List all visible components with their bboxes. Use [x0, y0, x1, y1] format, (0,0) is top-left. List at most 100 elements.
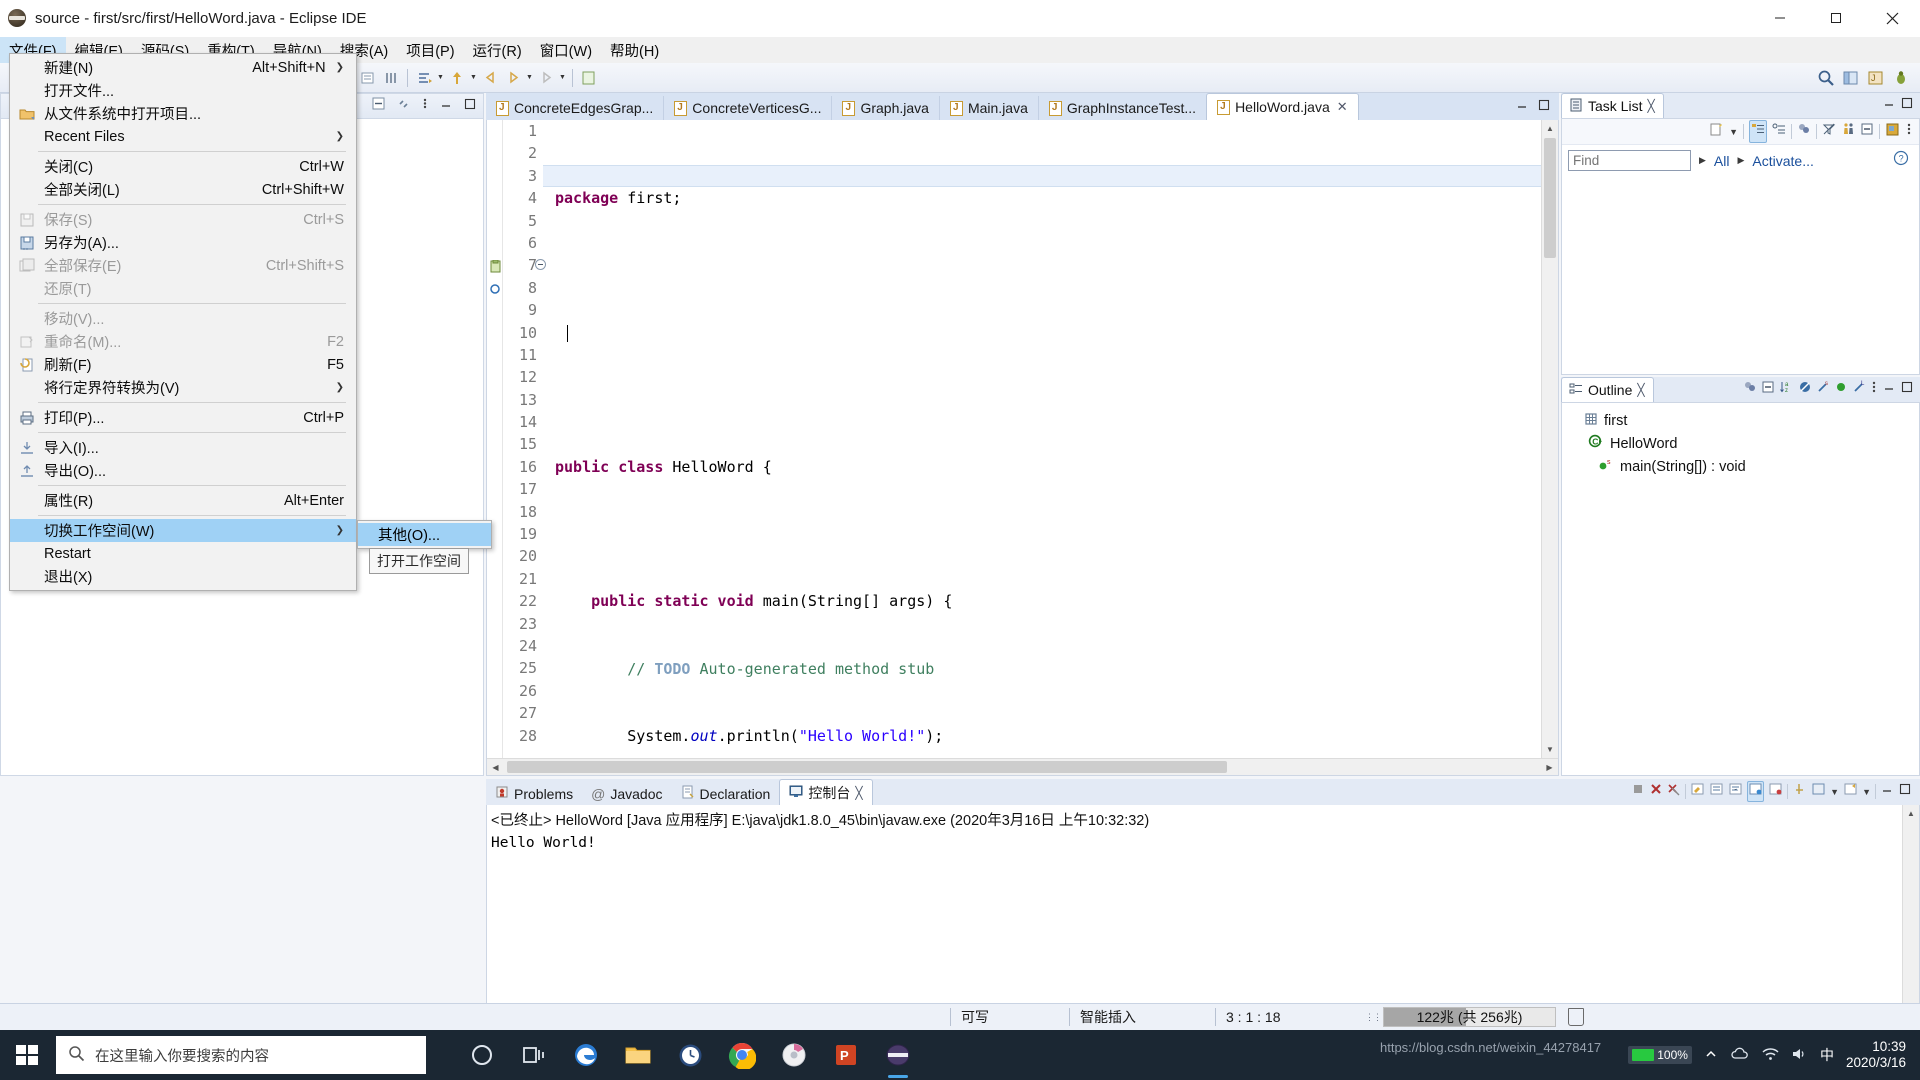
open-console-dropdown-arrow[interactable]: ▼ — [1862, 787, 1871, 797]
open-task-dropdown-arrow[interactable]: ▼ — [469, 67, 478, 89]
help-icon[interactable]: ? — [1893, 150, 1913, 171]
outline-item-class[interactable]: ⱟ C HelloWord — [1562, 432, 1919, 455]
console-vertical-scrollbar[interactable]: ▲ ▼ — [1902, 805, 1919, 1015]
outline-item-method[interactable]: s main(String[]) : void — [1562, 455, 1919, 478]
sort-alphabetical-icon[interactable]: az — [1779, 380, 1794, 399]
word-wrap-icon[interactable] — [1728, 782, 1743, 801]
menu-item-export[interactable]: 导出(O)... — [10, 459, 356, 482]
terminate-icon[interactable] — [1631, 782, 1645, 801]
file-explorer-icon[interactable] — [612, 1030, 664, 1080]
outline-close-icon[interactable]: ╳ — [1637, 383, 1644, 397]
editor-horizontal-scrollbar[interactable]: ◀ ▶ — [487, 758, 1558, 775]
menu-item-restart[interactable]: Restart — [10, 542, 356, 565]
annotation-ruler[interactable] — [487, 120, 503, 758]
quick-access-search-icon[interactable] — [1815, 67, 1837, 89]
menu-item-close[interactable]: 关闭(C) Ctrl+W — [10, 155, 356, 178]
menu-item-close-all[interactable]: 全部关闭(L) Ctrl+Shift+W — [10, 178, 356, 201]
tab-problems[interactable]: Problems — [486, 782, 582, 805]
java-perspective-icon[interactable]: J — [1865, 67, 1887, 89]
last-edit-icon[interactable] — [413, 67, 435, 89]
vertical-scroll-thumb[interactable] — [1544, 138, 1556, 258]
console-output-area[interactable]: <已终止> HelloWord [Java 应用程序] E:\java\jdk1… — [486, 805, 1920, 1033]
chrome-icon[interactable] — [716, 1030, 768, 1080]
minimize-button[interactable] — [1752, 0, 1808, 37]
maximize-panel-icon[interactable] — [1900, 96, 1914, 115]
minimize-editor-icon[interactable] — [1515, 98, 1529, 117]
submenu-item-other[interactable]: 其他(O)... — [358, 523, 491, 546]
close-button[interactable] — [1864, 0, 1920, 37]
chevron-up-icon[interactable] — [1704, 1047, 1718, 1064]
scroll-up-icon[interactable]: ▲ — [1542, 120, 1558, 137]
hide-nonpublic-icon[interactable] — [1798, 380, 1812, 399]
scheduled-mode-icon[interactable] — [1772, 122, 1786, 141]
menu-item-switch-workspace[interactable]: 切换工作空间(W) ❯ — [10, 519, 356, 542]
menu-window[interactable]: 窗口(W) — [531, 37, 601, 63]
powerpoint-icon[interactable]: P — [820, 1030, 872, 1080]
focus-on-workweek-icon[interactable] — [1841, 122, 1855, 141]
activate-expand-arrow[interactable]: ▶ — [1737, 155, 1744, 166]
clock-icon[interactable] — [664, 1030, 716, 1080]
menu-item-convert-line-delimiters[interactable]: 将行定界符转换为(V) ❯ — [10, 376, 356, 399]
new-window-icon[interactable] — [578, 67, 600, 89]
menu-item-save-as[interactable]: 另存为(A)... — [10, 231, 356, 254]
forward-icon[interactable] — [502, 67, 524, 89]
task-view-icon[interactable] — [508, 1030, 560, 1080]
hide-static-icon[interactable]: s — [1816, 380, 1830, 399]
menu-item-open-project-from-filesystem[interactable]: 从文件系统中打开项目... — [10, 102, 356, 125]
menu-item-import[interactable]: 导入(I)... — [10, 436, 356, 459]
windows-start-icon[interactable] — [0, 1030, 54, 1080]
source-code[interactable]: package first; public class HelloWord { … — [543, 120, 1558, 758]
volume-icon[interactable] — [1791, 1047, 1808, 1064]
debug-perspective-icon[interactable] — [1890, 67, 1912, 89]
view-menu-icon[interactable] — [421, 96, 429, 116]
horizontal-scroll-thumb[interactable] — [507, 761, 1227, 773]
menu-help[interactable]: 帮助(H) — [601, 37, 668, 63]
task-find-input[interactable] — [1568, 150, 1691, 171]
scroll-up-icon[interactable]: ▲ — [1903, 805, 1919, 822]
editor-tab-graphinstancetest[interactable]: GraphInstanceTest... — [1038, 96, 1206, 120]
breakpoint-icon[interactable] — [489, 283, 502, 296]
display-selected-console-icon[interactable] — [1811, 782, 1826, 801]
minimize-panel-icon[interactable] — [1882, 96, 1896, 115]
cortana-icon[interactable] — [456, 1030, 508, 1080]
maximize-editor-icon[interactable] — [1537, 98, 1551, 117]
hide-local-icon[interactable]: L — [1852, 380, 1866, 399]
tab-task-list[interactable]: Task List ╳ — [1561, 93, 1664, 118]
menu-item-open-file[interactable]: 打开文件... — [10, 79, 356, 102]
new-task-dropdown-arrow[interactable]: ▼ — [1729, 127, 1738, 137]
todo-task-icon[interactable] — [489, 260, 502, 273]
activate-link[interactable]: Activate... — [1752, 153, 1813, 169]
outline-item-package[interactable]: first — [1562, 409, 1919, 432]
editor-vertical-scrollbar[interactable]: ▲ ▼ — [1541, 120, 1558, 758]
scroll-left-icon[interactable]: ◀ — [487, 759, 504, 775]
menu-item-new[interactable]: 新建(N) Alt+Shift+N ❯ — [10, 56, 356, 79]
remove-launch-icon[interactable] — [1649, 782, 1663, 801]
task-list-close-icon[interactable]: ╳ — [1647, 99, 1654, 113]
tab-declaration[interactable]: Declaration — [672, 782, 780, 805]
collapse-all-icon[interactable] — [1761, 380, 1775, 399]
maximize-button[interactable] — [1808, 0, 1864, 37]
filter-expand-arrow[interactable]: ▶ — [1699, 155, 1706, 166]
view-menu-icon[interactable] — [1905, 122, 1913, 141]
menu-item-refresh[interactable]: 刷新(F) F5 — [10, 353, 356, 376]
clear-filters-icon[interactable] — [1822, 122, 1836, 141]
forward-history-icon[interactable] — [535, 67, 557, 89]
open-task-icon[interactable] — [446, 67, 468, 89]
forward-history-dropdown-arrow[interactable]: ▼ — [558, 67, 567, 89]
collapse-all-icon[interactable] — [371, 96, 386, 116]
view-menu-icon[interactable] — [1870, 380, 1878, 399]
editor-tab-close-icon[interactable]: ✕ — [1337, 99, 1348, 115]
cloud-icon[interactable] — [1730, 1047, 1750, 1064]
tab-console[interactable]: 控制台 ╳ — [779, 779, 872, 805]
minimize-panel-icon[interactable] — [439, 97, 453, 116]
pin-console-icon[interactable] — [1792, 782, 1807, 801]
maximize-panel-icon[interactable] — [1898, 782, 1912, 801]
search-declaration-icon[interactable] — [380, 67, 402, 89]
last-edit-dropdown-arrow[interactable]: ▼ — [436, 67, 445, 89]
editor-tab-concreteverticesgraph[interactable]: ConcreteVerticesG... — [663, 96, 831, 120]
editor-tab-concreteedgesgraph[interactable]: ConcreteEdgesGrap... — [486, 96, 663, 120]
network-icon[interactable] — [1762, 1047, 1779, 1064]
nav-dropdown-arrow[interactable]: ▼ — [525, 67, 534, 89]
remove-all-launches-icon[interactable] — [1667, 782, 1681, 801]
disc-icon[interactable] — [768, 1030, 820, 1080]
